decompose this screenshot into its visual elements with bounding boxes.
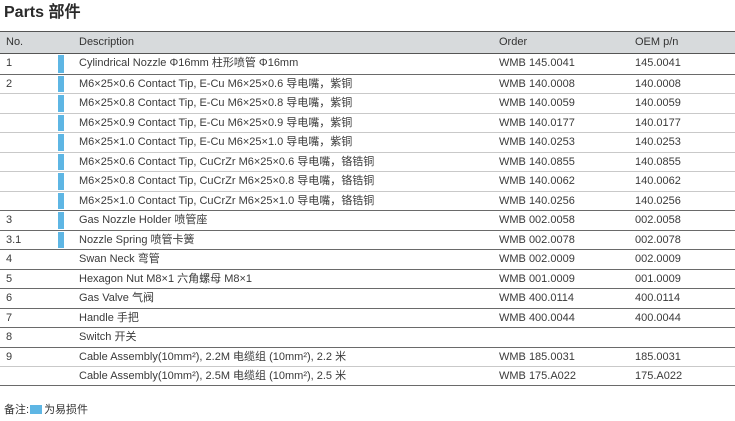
wear-part-marker [58,231,64,248]
cell-order: WMB 140.0059 [499,97,575,109]
table-row: 5 Hexagon Nut M8×1 六角螺母 M8×1 WMB 001.0009 0… [0,268,735,289]
table-row: 1 Cylindrical Nozzle Φ16mm 柱形喷管 Φ16mm WMB … [0,54,735,74]
wear-part-marker [58,153,64,170]
cell-no: 8 [6,331,13,343]
cell-order: WMB 145.0041 [499,57,575,69]
cell-order: WMB 002.0058 [499,214,575,226]
cell-no: 2 [6,77,13,90]
cell-description: Cylindrical Nozzle Φ16mm 柱形喷管 Φ16mm [79,57,299,69]
table-row: M6×25×0.9 Contact Tip, E-Cu M6×25×0.9 导电… [0,112,735,133]
cell-oem: 140.0855 [635,155,681,168]
cell-order: WMB 185.0031 [499,350,575,363]
cell-description: M6×25×0.8 Contact Tip, E-Cu M6×25×0.8 导电… [79,97,353,109]
cell-oem: 001.0009 [635,272,681,285]
wear-part-marker [58,212,64,229]
cell-oem: 145.0041 [635,57,681,69]
cell-description: M6×25×0.9 Contact Tip, E-Cu M6×25×0.9 导电… [79,116,353,129]
wear-part-swatch [30,405,43,414]
cell-description: Cable Assembly(10mm²), 2.5M 电缆组 (10mm²),… [79,370,347,382]
cell-order: WMB 140.0253 [499,136,575,148]
wear-part-marker [58,55,64,73]
cell-description: M6×25×1.0 Contact Tip, E-Cu M6×25×1.0 导电… [79,136,353,148]
cell-order: WMB 140.0177 [499,116,575,129]
cell-oem: 002.0078 [635,233,681,246]
cell-description: Handle 手把 [79,311,139,324]
wear-part-marker [58,134,64,151]
table-body: 1 Cylindrical Nozzle Φ16mm 柱形喷管 Φ16mm WMB … [0,54,735,386]
cell-order: WMB 140.0062 [499,175,575,187]
cell-order: WMB 400.0044 [499,311,575,324]
cell-description: M6×25×0.6 Contact Tip, E-Cu M6×25×0.6 导电… [79,77,353,90]
parts-table: No. Description Order OEM p/n 1 Cylindric… [0,31,735,386]
table-row: 3 Gas Nozzle Holder 喷管座 WMB 002.0058 002.00… [0,210,735,230]
cell-description: Gas Nozzle Holder 喷管座 [79,214,208,226]
header-no: No. [6,36,24,48]
cell-order: WMB 140.0008 [499,77,575,90]
cell-order: WMB 175.A022 [499,370,577,382]
cell-no: 3.1 [6,233,22,246]
cell-description: Hexagon Nut M8×1 六角螺母 M8×1 [79,272,253,285]
cell-oem: 400.0114 [635,292,681,304]
table-header: No. Description Order OEM p/n [0,31,735,54]
cell-no: 3 [6,214,13,226]
table-row: M6×25×0.8 Contact Tip, CuCrZr M6×25×0.8 … [0,171,735,191]
cell-order: WMB 140.0855 [499,155,575,168]
cell-oem: 400.0044 [635,311,681,324]
cell-oem: 002.0058 [635,214,681,226]
cell-description: M6×25×1.0 Contact Tip, CuCrZr M6×25×1.0 … [79,194,375,207]
table-row: M6×25×0.6 Contact Tip, CuCrZr M6×25×0.6 … [0,151,735,172]
table-row: 9 Cable Assembly(10mm²), 2.2M 电缆组 (10mm²)… [0,346,735,367]
cell-oem: 140.0062 [635,175,681,187]
table-row: 8 Switch 开关 [0,327,735,347]
cell-oem: 140.0253 [635,136,681,148]
header-description: Description [79,36,135,48]
cell-description: Switch 开关 [79,331,137,343]
wear-part-marker [58,192,64,209]
cell-order: WMB 001.0009 [499,272,575,285]
table-row: 7 Handle 手把 WMB 400.0044 400.0044 [0,307,735,328]
cell-oem: 140.0059 [635,97,681,109]
cell-oem: 140.0177 [635,116,681,129]
page-title: Parts 部件 [4,4,81,21]
table-row: Cable Assembly(10mm²), 2.5M 电缆组 (10mm²),… [0,366,735,386]
cell-order: WMB 002.0078 [499,233,575,246]
wear-part-marker [58,95,64,112]
cell-no: 6 [6,292,13,304]
cell-order: WMB 002.0009 [499,253,575,265]
cell-no: 1 [6,57,13,69]
cell-description: Cable Assembly(10mm²), 2.2M 电缆组 (10mm²),… [79,350,347,363]
header-order: Order [499,36,528,48]
cell-description: M6×25×0.6 Contact Tip, CuCrZr M6×25×0.6 … [79,155,375,168]
cell-no: 9 [6,350,13,363]
cell-order: WMB 140.0256 [499,194,575,207]
cell-order: WMB 400.0114 [499,292,575,304]
table-row: 6 Gas Valve 气阀 WMB 400.0114 400.0114 [0,288,735,308]
wear-part-marker [58,173,64,190]
cell-description: Nozzle Spring 喷管卡簧 [79,233,195,246]
table-row: M6×25×0.8 Contact Tip, E-Cu M6×25×0.8 导电… [0,93,735,113]
cell-oem: 175.A022 [635,370,683,382]
cell-no: 5 [6,272,13,285]
table-row: 3.1 Nozzle Spring 喷管卡簧 WMB 002.0078 002.007… [0,229,735,250]
table-row: M6×25×1.0 Contact Tip, CuCrZr M6×25×1.0 … [0,190,735,211]
wear-part-marker [58,114,64,131]
cell-no: 7 [6,311,13,324]
cell-description: Gas Valve 气阀 [79,292,154,304]
header-oem: OEM p/n [635,36,679,48]
cell-oem: 140.0256 [635,194,681,207]
wear-part-marker [58,75,64,92]
cell-oem: 002.0009 [635,253,681,265]
table-row: 2 M6×25×0.6 Contact Tip, E-Cu M6×25×0.6 导… [0,73,735,94]
cell-description: M6×25×0.8 Contact Tip, CuCrZr M6×25×0.8 … [79,175,375,187]
legend-note: 备注: 为易损件 [4,403,88,417]
table-row: M6×25×1.0 Contact Tip, E-Cu M6×25×1.0 导电… [0,132,735,152]
cell-oem: 185.0031 [635,350,681,363]
cell-oem: 140.0008 [635,77,681,90]
cell-no: 4 [6,253,13,265]
cell-description: Swan Neck 弯管 [79,253,160,265]
note-label: 为易损件 [44,404,89,416]
table-row: 4 Swan Neck 弯管 WMB 002.0009 002.0009 [0,249,735,269]
note-prefix: 备注: [4,404,30,416]
